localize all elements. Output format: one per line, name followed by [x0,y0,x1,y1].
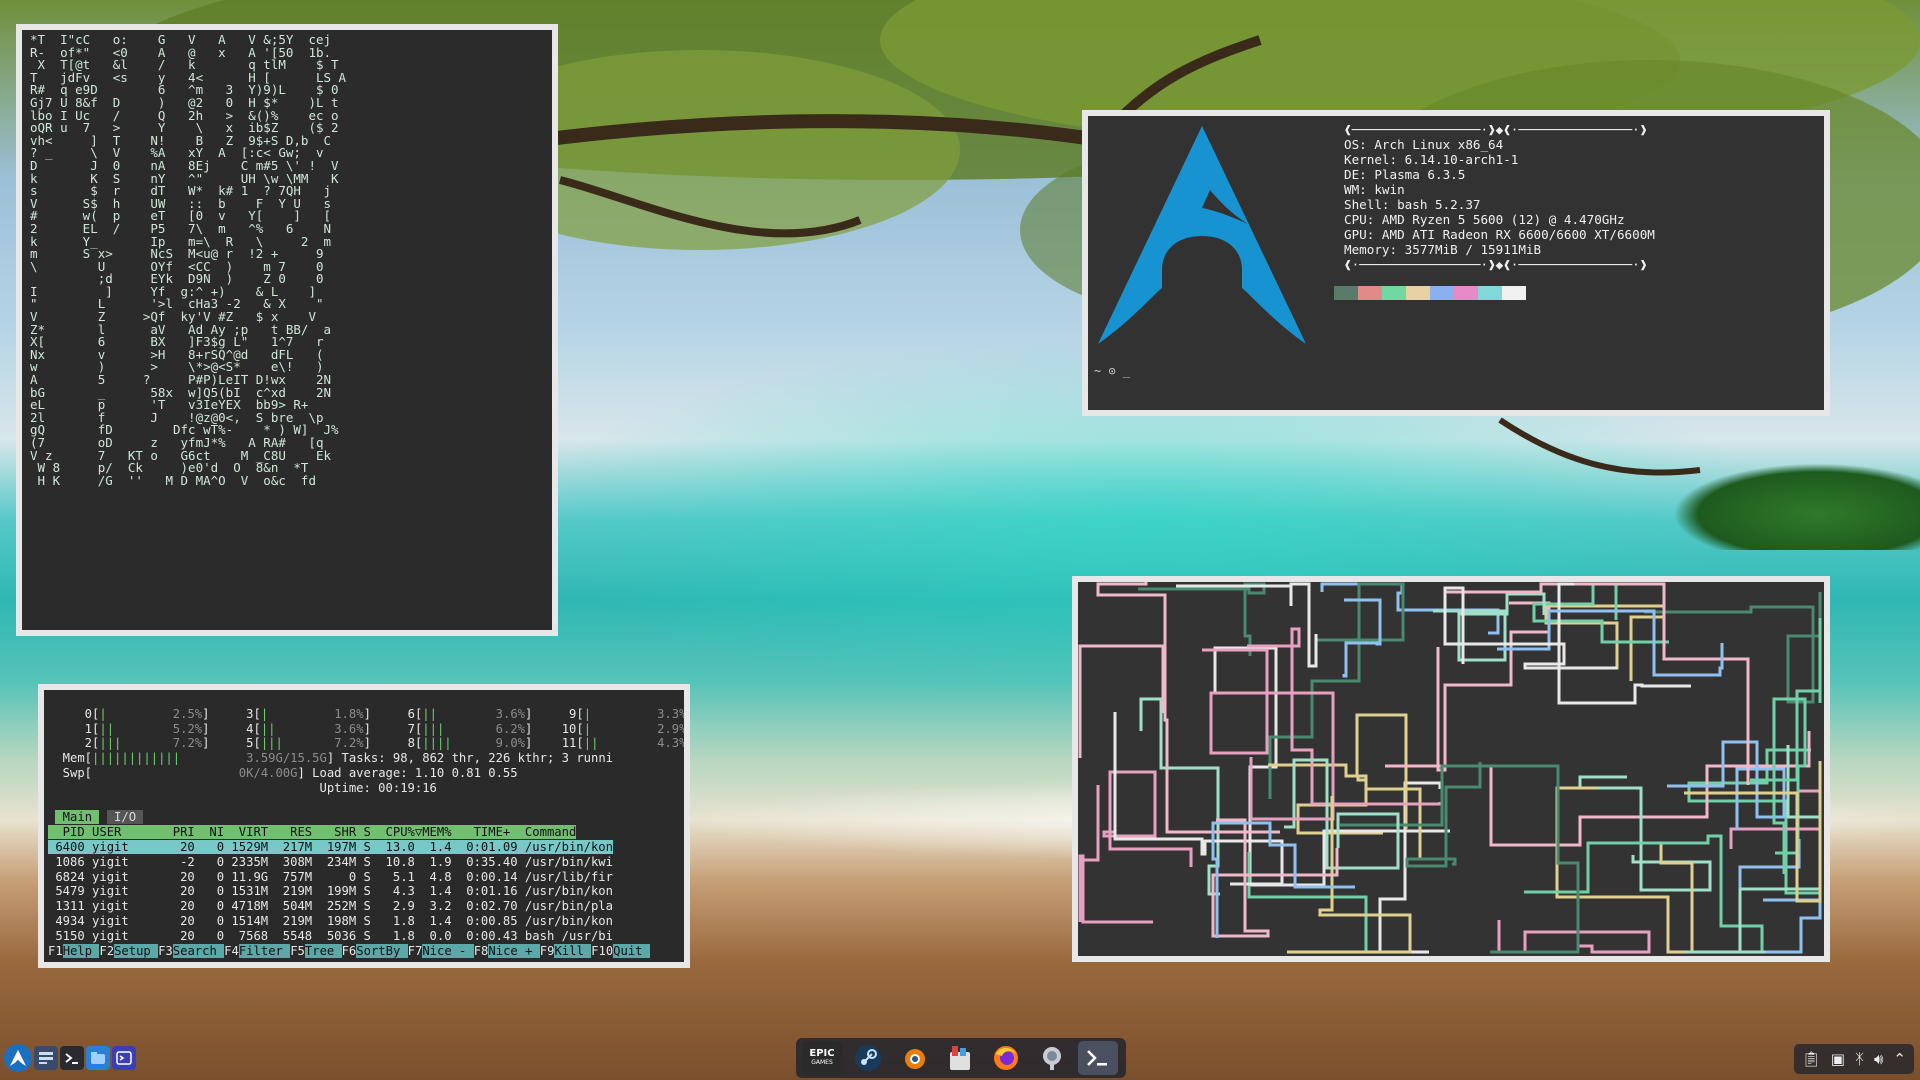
pipe-path [1436,601,1551,772]
palette-swatch [1406,286,1430,300]
matrix-rain-text: *T I"cC o: G V A V &;5Y cej R- of*" <0 A… [30,32,347,488]
pipe-path [1497,920,1651,954]
pipe-path [1113,712,1284,886]
info-header-top: ❰─────────────────·❱◆❰·───────────────·❱ [1344,122,1648,137]
firefox-icon[interactable] [986,1041,1026,1075]
arch-logo-icon [1098,126,1306,344]
palette-swatch [1358,286,1382,300]
network-icon[interactable]: ▣ [1831,1050,1845,1068]
info-wm: WM: kwin [1344,182,1405,197]
dolphin-icon[interactable] [86,1046,110,1070]
pipe-path [1139,697,1220,896]
pipe-path [1524,834,1764,952]
palette-swatch [1430,286,1454,300]
ghost-icon[interactable] [1032,1041,1072,1075]
terminal-icon[interactable] [60,1046,84,1070]
store-icon[interactable] [940,1041,980,1075]
volume-icon[interactable]: 🔊︎ [1874,1050,1883,1068]
arch-launcher-icon[interactable] [4,1044,32,1072]
epic-label: EPIC [809,1048,835,1059]
info-shell: Shell: bash 5.2.37 [1344,197,1481,212]
palette-swatch [1454,286,1478,300]
palette-swatch [1382,286,1406,300]
bluetooth-icon[interactable]: ᛡ [1855,1050,1864,1068]
island [1580,430,1920,550]
pipes-terminal-window[interactable] [1072,576,1830,962]
clipboard-icon[interactable]: 📋︎ [1802,1050,1821,1068]
info-memory: Memory: 3577MiB / 15911MiB [1344,242,1542,257]
epic-games-icon[interactable]: EPIC GAMES [802,1041,842,1075]
palette-swatch [1502,286,1526,300]
htop-output[interactable]: 0[| 2.5%] 3[| 1.8%] 6[|| 3.6%] 9[| 3.3%]… [44,690,684,960]
pipe-path [1443,586,1617,670]
palette-swatch [1334,286,1358,300]
shell-prompt[interactable]: ~ ⊙ _ [1094,364,1130,378]
color-palette [1334,286,1526,300]
info-kernel: Kernel: 6.14.10-arch1-1 [1344,152,1519,167]
htop-terminal-window[interactable]: 0[| 2.5%] 3[| 1.8%] 6[|| 3.6%] 9[| 3.3%]… [38,684,690,968]
expand-icon[interactable]: ⌃ [1893,1050,1906,1068]
epic-sublabel: GAMES [811,1059,833,1066]
fastfetch-terminal-window[interactable]: ❰─────────────────·❱◆❰·───────────────·❱… [1082,110,1830,416]
palette-swatch [1478,286,1502,300]
pipe-path [1284,758,1400,870]
pipe-path [1102,770,1193,867]
blender-icon[interactable] [894,1041,934,1075]
steam-icon[interactable] [848,1041,888,1075]
pipe-path [1096,582,1280,834]
terminal-dock-icon[interactable] [1078,1041,1118,1075]
info-os: OS: Arch Linux x86_64 [1344,137,1504,152]
pipes-animation [1078,582,1822,954]
dock: EPIC GAMES [796,1038,1126,1078]
task-manager-icon[interactable] [34,1046,58,1070]
taskbar-left [4,1042,136,1074]
pipe-path [1078,644,1165,758]
pipe-path [1342,598,1382,678]
info-de: DE: Plasma 6.3.5 [1344,167,1466,182]
pipe-path [1738,839,1822,954]
system-tray: 📋︎ ▣ ᛡ 🔊︎ ⌃ [1793,1044,1914,1074]
pipe-path [1340,764,1580,954]
system-info: ❰─────────────────·❱◆❰·───────────────·❱… [1344,122,1655,272]
konsole-icon[interactable] [112,1046,136,1070]
info-cpu: CPU: AMD Ryzen 5 5600 (12) @ 4.470GHz [1344,212,1625,227]
info-header-bottom: ❰·────────────────·❱◆❰·───────────────·❱ [1344,257,1648,272]
pipe-path [1211,818,1339,938]
info-gpu: GPU: AMD ATI Radeon RX 6600/6600 XT/6600… [1344,227,1655,242]
matrix-terminal-window[interactable]: *T I"cC o: G V A V &;5Y cej R- of*" <0 A… [16,24,558,636]
